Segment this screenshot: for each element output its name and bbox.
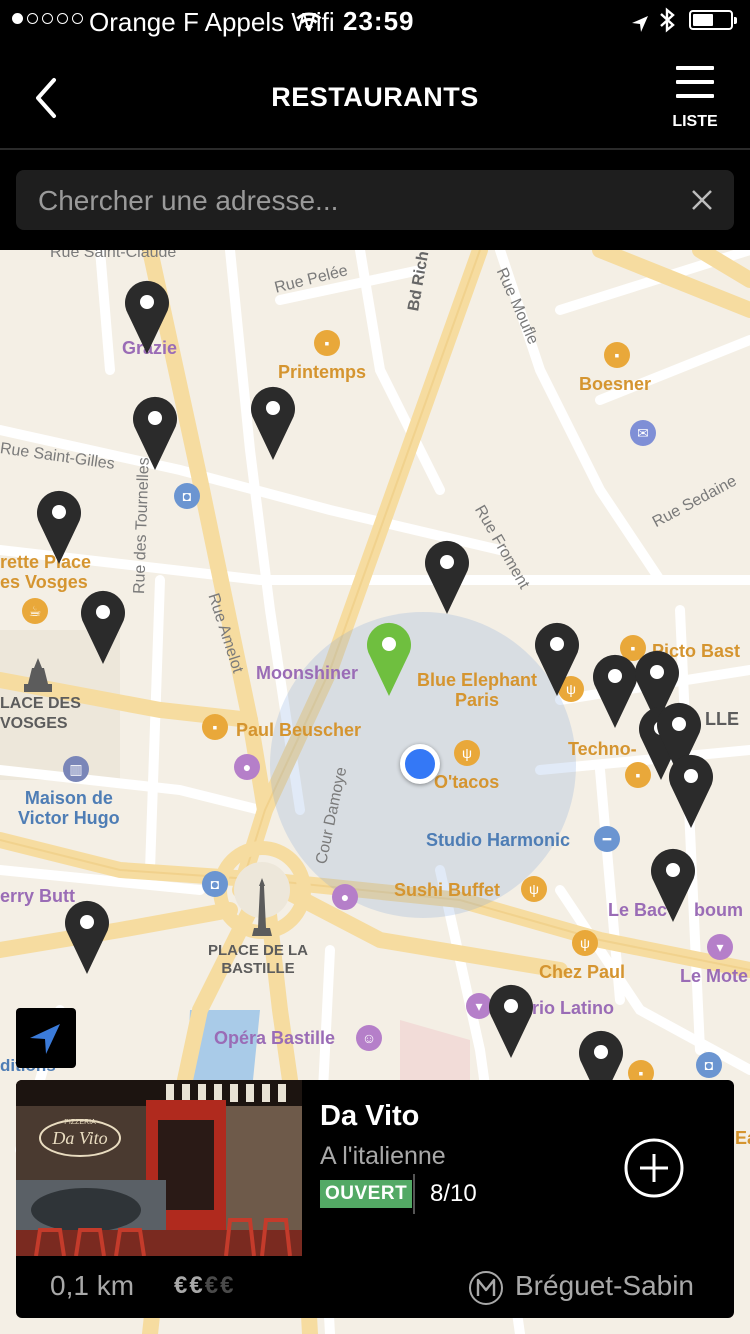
address-search-input[interactable] <box>36 170 680 232</box>
plus-circle-icon <box>624 1138 684 1198</box>
metro-icon: ◘ <box>202 871 228 897</box>
photo-sign-top: PIZZERIA <box>64 1119 96 1126</box>
open-status-badge: OUVERT <box>320 1180 413 1208</box>
poi-label: boum <box>694 900 743 920</box>
price-symbol: € <box>220 1272 236 1299</box>
wifi-icon <box>296 9 322 40</box>
poi-label: Le Mote <box>680 966 749 986</box>
restaurant-card[interactable]: PIZZERIA Da Vito Da Vito A l'italienne O… <box>16 1080 734 1318</box>
restaurant-pin[interactable] <box>130 392 180 472</box>
poi-label: Studio Harmonic <box>426 830 571 850</box>
metro-icon: ◘ <box>174 483 200 509</box>
street-label: Rue Saint-Claude <box>50 250 177 261</box>
poi-label: PLACE DE LA BASTILLE <box>208 942 309 977</box>
shopping-bag-icon: ▪ <box>314 330 340 356</box>
close-icon <box>692 190 712 210</box>
poi-label: Sushi Buffet <box>394 880 500 900</box>
theater-icon: ☺ <box>356 1025 382 1051</box>
divider <box>413 1174 415 1214</box>
restaurant-photo: PIZZERIA Da Vito <box>16 1080 302 1256</box>
price-symbol: € <box>174 1272 190 1299</box>
poi-label: Ea <box>735 1128 750 1148</box>
gym-icon: ━ <box>594 826 620 852</box>
restaurant-icon: ψ <box>454 740 480 766</box>
restaurant-icon: ψ <box>521 876 547 902</box>
location-arrow-icon <box>30 1024 60 1054</box>
user-location-dot <box>400 744 440 784</box>
poi-label: Maison de Victor Hugo <box>18 788 120 828</box>
mail-icon: ✉ <box>630 420 656 446</box>
poi-label: Opéra Bastille <box>214 1028 336 1048</box>
restaurant-rating: 8/10 <box>430 1180 477 1207</box>
museum-icon: ▥ <box>63 756 89 782</box>
tea-icon: ☕ <box>22 598 48 624</box>
monument-icon <box>252 878 272 936</box>
poi-label: Printemps <box>278 362 367 382</box>
bar-icon: ▾ <box>707 934 733 960</box>
restaurant-pin[interactable] <box>532 618 582 698</box>
poi-label: Moonshiner <box>256 663 358 683</box>
restaurant-pin[interactable] <box>122 276 172 356</box>
metro-station: Bréguet-Sabin <box>515 1270 695 1301</box>
metro-icon <box>469 1271 503 1305</box>
poi-label: Blue Elephant Paris <box>417 670 538 710</box>
restaurant-pin[interactable] <box>78 586 128 666</box>
clock: 23:59 <box>343 6 415 36</box>
cinema-icon: ● <box>332 884 358 910</box>
restaurant-pin[interactable] <box>62 896 112 976</box>
metro-icon: ◘ <box>696 1052 722 1078</box>
poi-label: Boesner <box>579 374 652 394</box>
search-bar <box>0 150 750 250</box>
selected-restaurant-pin[interactable] <box>364 618 414 698</box>
poi-label: Chez Paul <box>539 962 626 982</box>
cinema-icon: ● <box>234 754 260 780</box>
bluetooth-icon <box>658 7 676 40</box>
location-arrow-icon <box>630 10 650 41</box>
shopping-bag-icon: ▪ <box>604 342 630 368</box>
locate-me-button[interactable] <box>16 1008 76 1068</box>
restaurant-pin[interactable] <box>486 980 536 1060</box>
restaurant-pin[interactable] <box>648 844 698 924</box>
signal-strength-icon <box>12 13 83 24</box>
search-box <box>16 170 734 232</box>
restaurant-pin[interactable] <box>248 382 298 462</box>
list-view-button[interactable]: LISTE <box>668 64 724 136</box>
price-level: €€€€ <box>174 1272 235 1300</box>
status-bar: Orange F Appels Wifi 23:59 <box>0 0 750 42</box>
page-title: RESTAURANTS <box>271 82 479 112</box>
poi-label: LLE <box>705 709 739 729</box>
price-symbol: € <box>204 1272 221 1299</box>
restaurant-icon: ψ <box>572 930 598 956</box>
restaurant-pin[interactable] <box>666 750 716 830</box>
poi-label: Paul Beuscher <box>236 720 362 740</box>
poi-label: Techno- <box>568 739 637 759</box>
restaurant-pin[interactable] <box>422 536 472 616</box>
poi-label: O'tacos <box>434 772 500 792</box>
photo-sign: Da Vito <box>51 1128 107 1148</box>
distance: 0,1 km <box>50 1270 135 1301</box>
clear-search-button[interactable] <box>688 186 716 214</box>
nav-bar: RESTAURANTS LISTE <box>0 42 750 150</box>
restaurant-cuisine: A l'italienne <box>320 1142 446 1170</box>
poi-label: LACE DES VOSGES <box>0 695 81 732</box>
restaurant-name: Da Vito <box>320 1100 420 1132</box>
list-view-label: LISTE <box>672 113 718 130</box>
add-favorite-button[interactable] <box>624 1138 684 1198</box>
restaurant-pin[interactable] <box>34 486 84 566</box>
shopping-bag-icon: ▪ <box>202 714 228 740</box>
price-symbol: € <box>189 1272 205 1299</box>
battery-icon <box>689 10 737 30</box>
monument-icon <box>24 658 52 692</box>
